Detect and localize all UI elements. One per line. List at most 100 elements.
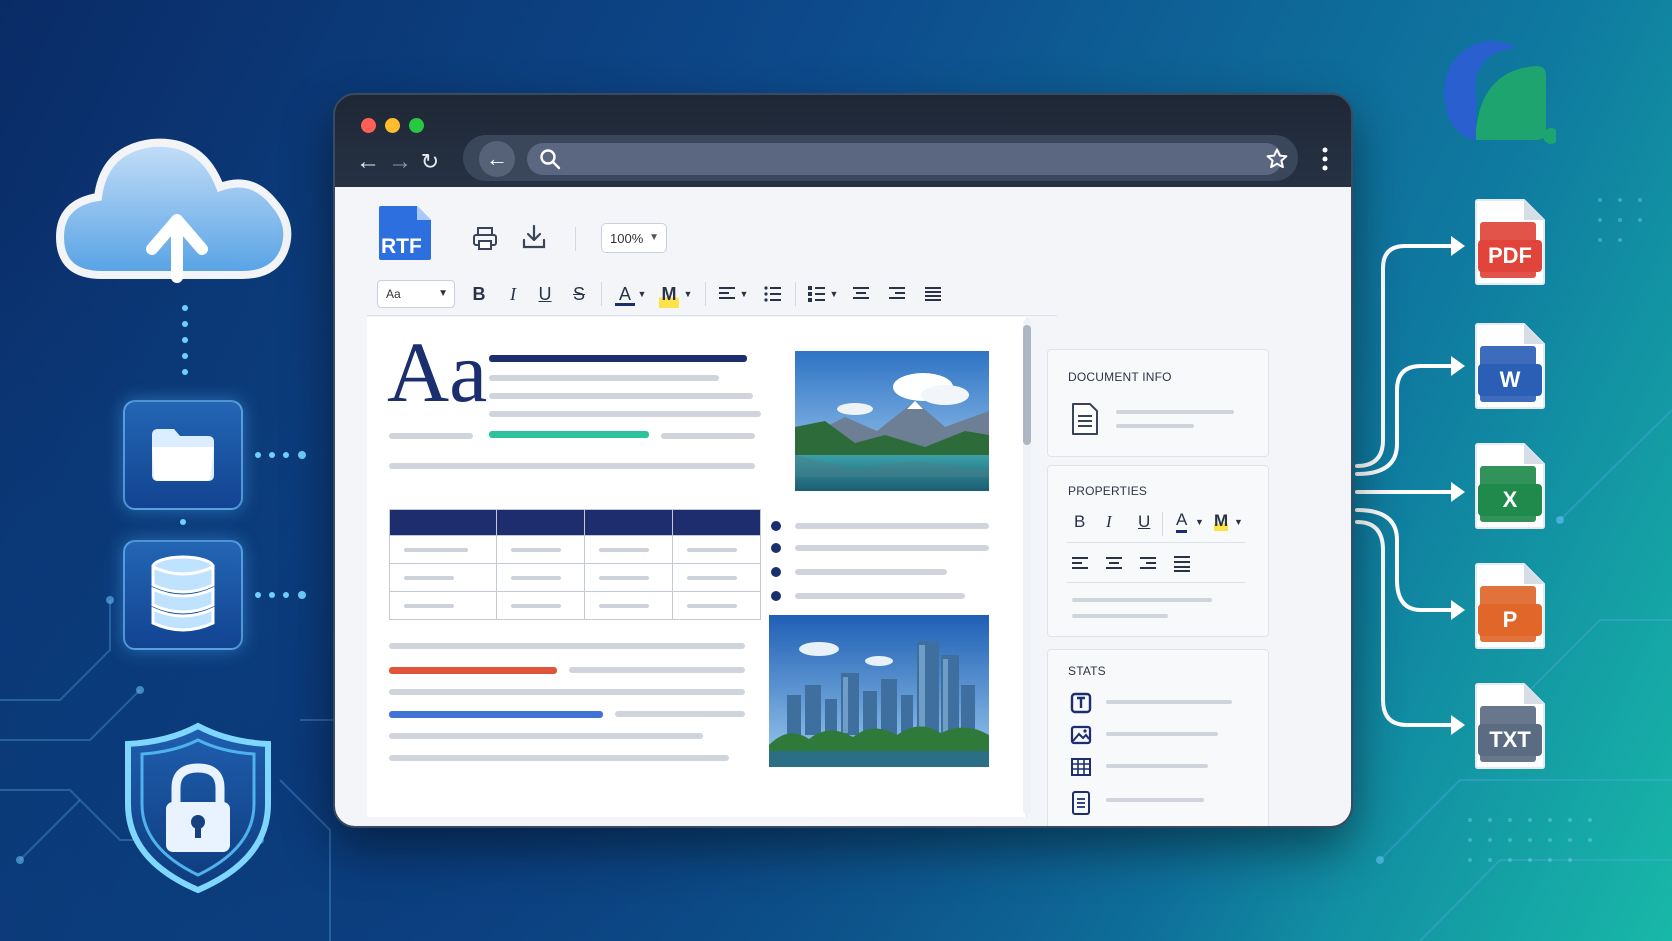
highlight-line (489, 431, 649, 438)
align-justify-icon[interactable] (923, 280, 943, 308)
align-center-icon[interactable] (851, 280, 871, 308)
table-row (388, 591, 761, 620)
connector-dots (182, 305, 188, 375)
browser-window: ← → ↻ ← RTF 100% ▼ Aa ▼ B I U S A ▼ M ▼ … (333, 93, 1353, 828)
document-table[interactable] (388, 509, 761, 620)
align-justify-icon[interactable] (1172, 554, 1192, 574)
database-tile (123, 540, 243, 650)
font-color-button[interactable]: A (615, 280, 635, 306)
font-color-button[interactable]: A (1176, 510, 1188, 533)
zoom-select[interactable]: 100% ▼ (601, 223, 667, 253)
search-icon (540, 149, 561, 170)
chevron-down-icon: ▼ (438, 288, 448, 299)
table-row (388, 563, 761, 592)
pdf-file-icon[interactable]: PDF (1474, 198, 1546, 286)
chevron-down-icon[interactable]: ▼ (739, 280, 749, 308)
close-window-button[interactable] (361, 118, 376, 133)
document-page[interactable]: Aa (367, 317, 1027, 817)
align-left-icon[interactable] (717, 280, 737, 308)
italic-button[interactable]: I (1106, 512, 1112, 532)
numbered-list-icon[interactable] (807, 280, 827, 308)
chevron-down-icon[interactable]: ▼ (683, 280, 693, 308)
list-item-line (795, 523, 989, 529)
chevron-down-icon: ▼ (649, 232, 659, 243)
list-item-line (795, 545, 989, 551)
file-type-label: PDF (1478, 240, 1542, 272)
italic-button[interactable]: I (503, 280, 523, 308)
chevron-down-icon[interactable]: ▼ (1195, 517, 1204, 527)
text-line (389, 733, 703, 739)
toolbar-divider (795, 282, 796, 306)
info-line (1116, 410, 1234, 414)
connector-dots (180, 519, 186, 525)
file-type-label: P (1478, 604, 1542, 636)
brand-logo (1444, 40, 1556, 144)
list-item-line (795, 569, 947, 575)
chevron-down-icon[interactable]: ▼ (829, 280, 839, 308)
back-arrow-icon[interactable]: ← (355, 149, 381, 175)
highlight-button[interactable]: M (659, 280, 679, 308)
back-circle-button[interactable]: ← (479, 141, 515, 177)
list-item-line (795, 593, 965, 599)
text-line (489, 393, 753, 399)
document-info-panel: DOCUMENT INFO (1047, 349, 1269, 457)
align-center-icon[interactable] (1104, 554, 1124, 574)
zoom-value: 100% (610, 230, 644, 246)
underline-button[interactable]: U (1138, 512, 1150, 532)
scrollbar-thumb[interactable] (1023, 325, 1031, 445)
formatting-toolbar: Aa ▼ B I U S A ▼ M ▼ ▼ ▼ (367, 272, 1057, 316)
export-arrows (1355, 236, 1465, 735)
bookmark-star-icon[interactable] (1265, 147, 1289, 171)
font-select[interactable]: Aa ▼ (377, 280, 455, 308)
text-line (661, 433, 755, 439)
excel-file-icon[interactable]: X (1474, 442, 1546, 530)
list-bullet (771, 591, 781, 601)
property-line (1072, 598, 1212, 602)
maximize-window-button[interactable] (409, 118, 424, 133)
bullet-list-icon[interactable] (763, 280, 783, 308)
accent-line (389, 711, 603, 718)
txt-file-icon[interactable]: TXT (1474, 682, 1546, 770)
panel-title: PROPERTIES (1068, 484, 1148, 498)
file-type-label: TXT (1478, 724, 1542, 756)
table-count-icon (1071, 758, 1091, 776)
align-right-icon[interactable] (887, 280, 907, 308)
text-line (569, 667, 745, 673)
align-left-icon[interactable] (1070, 554, 1090, 574)
minimize-window-button[interactable] (385, 118, 400, 133)
panel-divider (1066, 582, 1246, 583)
forward-arrow-icon[interactable]: → (387, 149, 413, 175)
chevron-down-icon[interactable]: ▼ (1234, 517, 1243, 527)
info-line (1116, 424, 1194, 428)
bold-button[interactable]: B (469, 280, 489, 308)
folder-tile (123, 400, 243, 510)
document-scrollbar[interactable] (1023, 319, 1031, 814)
security-shield-lock-icon (125, 722, 271, 894)
table-header-row (388, 509, 761, 536)
toolbar-divider (705, 282, 706, 306)
chevron-down-icon[interactable]: ▼ (637, 280, 647, 308)
bold-button[interactable]: B (1074, 512, 1085, 532)
text-line (389, 433, 473, 439)
database-icon (151, 555, 215, 632)
text-line (489, 411, 761, 417)
address-bar-input[interactable] (527, 143, 1282, 175)
strikethrough-button[interactable]: S (569, 280, 589, 308)
accent-line (389, 667, 557, 674)
highlight-button[interactable]: M (1214, 511, 1229, 531)
reload-icon[interactable]: ↻ (417, 149, 443, 175)
list-bullet (771, 567, 781, 577)
more-menu-icon[interactable] (1320, 145, 1330, 173)
align-right-icon[interactable] (1138, 554, 1158, 574)
text-line (389, 463, 755, 469)
text-line (615, 711, 745, 717)
connector-dots (255, 451, 306, 459)
image-count-icon (1070, 725, 1092, 745)
powerpoint-file-icon[interactable]: P (1474, 562, 1546, 650)
underline-button[interactable]: U (535, 280, 555, 308)
heading-line (489, 355, 747, 362)
word-file-icon[interactable]: W (1474, 322, 1546, 410)
download-icon[interactable] (520, 223, 548, 251)
mountain-lake-image (795, 351, 989, 491)
print-icon[interactable] (471, 225, 499, 253)
